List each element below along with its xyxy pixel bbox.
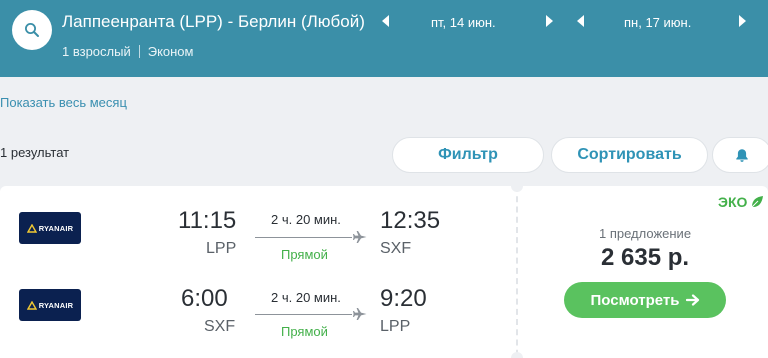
route-title[interactable]: Лаппеенранта (LPP) - Берлин (Любой) [62,12,365,32]
view-offer-button-label: Посмотреть [590,291,680,309]
harp-icon [26,300,37,310]
cabin-class-label: Эконом [147,44,194,59]
flight-duration: 2 ч. 20 мин. [271,212,341,227]
airline-logo: RYANAIR [19,289,81,321]
sort-button-label: Сортировать [577,146,682,163]
results-count: 1 результат [0,145,70,160]
airline-logo: RYANAIR [19,212,81,244]
leaf-icon [751,196,764,209]
offers-count: 1 предложение [599,226,692,241]
card-divider [516,186,518,358]
caret-left-icon [382,15,389,27]
arrival-time: 9:20 [380,285,427,312]
divider [138,45,140,58]
return-date[interactable]: пн, 17 июн. [624,15,691,30]
route-line [255,237,352,238]
caret-right-icon [739,15,746,27]
bell-icon [736,148,748,162]
search-header: Лаппеенранта (LPP) - Берлин (Любой) 1 вз… [0,0,768,77]
departure-airport: LPP [206,240,237,257]
arrival-airport: SXF [380,240,412,257]
trip-details[interactable]: 1 взрослый Эконом [62,44,193,59]
direct-flight-label: Прямой [281,324,328,339]
harp-icon [26,223,37,233]
arrival-airport: LPP [380,318,411,335]
show-whole-month-link[interactable]: Показать весь месяц [0,95,127,110]
caret-left-icon [577,15,584,27]
airplane-icon [353,308,367,320]
price-alert-button[interactable] [712,137,768,173]
departure-airport: SXF [204,318,236,335]
ticket-notch [511,180,523,192]
flight-result-card[interactable]: RYANAIR 11:15 LPP 2 ч. 20 мин. Прямой 12… [0,180,768,358]
departure-time: 6:00 [181,285,228,312]
filter-button-label: Фильтр [438,146,498,163]
flight-duration: 2 ч. 20 мин. [271,290,341,305]
filter-button[interactable]: Фильтр [392,137,544,173]
search-button[interactable] [12,10,52,50]
arrow-right-icon [685,294,699,306]
price: 2 635 р. [601,244,690,271]
return-date-next-button[interactable] [735,14,749,28]
eco-badge: ЭКО [718,194,764,210]
passengers-label: 1 взрослый [62,44,131,59]
depart-date-prev-button[interactable] [379,14,393,28]
airline-name: RYANAIR [38,300,74,310]
caret-right-icon [546,15,553,27]
direct-flight-label: Прямой [281,247,328,262]
return-date-prev-button[interactable] [574,14,588,28]
eco-badge-label: ЭКО [718,194,748,210]
departure-time: 11:15 [178,207,237,234]
view-offer-button[interactable]: Посмотреть [564,282,726,318]
ticket-notch [511,352,523,358]
route-line [255,314,352,315]
airline-name: RYANAIR [38,223,74,233]
airplane-icon [353,231,367,243]
search-icon [25,23,39,37]
depart-date-next-button[interactable] [542,14,556,28]
depart-date[interactable]: пт, 14 июн. [431,15,496,30]
sort-button[interactable]: Сортировать [551,137,708,173]
arrival-time: 12:35 [380,207,441,234]
